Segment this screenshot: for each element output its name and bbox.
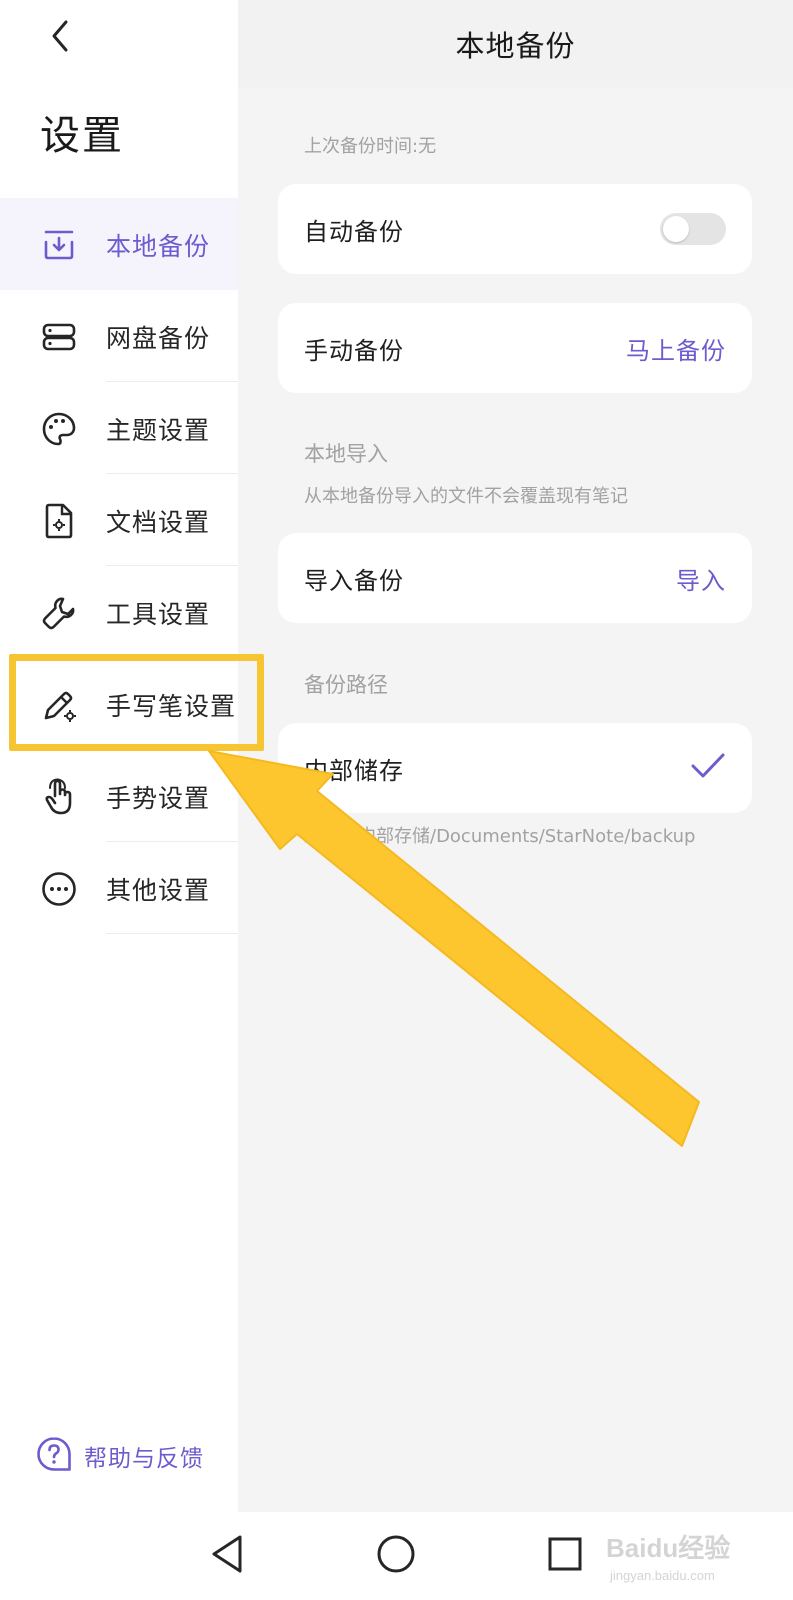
menu-item-tools[interactable]: 工具设置 — [0, 566, 238, 658]
backup-path-text: 路径：内部存储/Documents/StarNote/backup — [304, 826, 696, 847]
menu-item-label: 网盘备份 — [106, 324, 211, 353]
toggle-knob — [663, 216, 689, 242]
menu-item-label: 手势设置 — [106, 784, 211, 813]
backup-path-title: 备份路径 — [304, 673, 388, 697]
nav-recents-button[interactable] — [541, 1532, 589, 1580]
menu-item-label: 文档设置 — [106, 508, 211, 537]
menu-item-theme[interactable]: 主题设置 — [0, 382, 238, 474]
back-button[interactable] — [36, 14, 84, 62]
menu-item-gesture[interactable]: 手势设置 — [0, 750, 238, 842]
auto-backup-label: 自动备份 — [304, 217, 404, 246]
system-navigation-bar — [0, 1512, 793, 1600]
more-icon — [40, 870, 78, 908]
menu-item-cloud-backup[interactable]: 网盘备份 — [0, 290, 238, 382]
menu-item-label: 本地备份 — [106, 232, 211, 261]
local-import-title: 本地导入 — [304, 442, 388, 466]
nav-back-button[interactable] — [203, 1532, 251, 1580]
menu-item-document[interactable]: 文档设置 — [0, 474, 238, 566]
checkmark-icon — [690, 752, 726, 784]
local-backup-icon — [40, 226, 78, 264]
back-triangle-icon — [207, 1533, 247, 1579]
import-button[interactable]: 导入 — [676, 561, 726, 596]
help-feedback-label: 帮助与反馈 — [84, 1446, 204, 1472]
chevron-left-icon — [48, 18, 72, 58]
panel-header: 本地备份 — [238, 0, 793, 88]
cloud-drive-icon — [40, 318, 78, 356]
storage-option-internal[interactable]: 内部储存 — [278, 723, 752, 813]
settings-sidebar: 设置 本地备份 网盘备份 主题设置 文档设置 工具设置 手写笔设置 手势设置 其… — [0, 0, 238, 1512]
document-settings-icon — [40, 502, 78, 540]
local-backup-panel: 本地备份 上次备份时间:无 自动备份 手动备份 马上备份 本地导入 从本地备份导… — [238, 0, 793, 1512]
last-backup-time: 上次备份时间:无 — [304, 136, 437, 157]
backup-now-button[interactable]: 马上备份 — [626, 331, 726, 366]
local-import-note: 从本地备份导入的文件不会覆盖现有笔记 — [304, 486, 628, 507]
wrench-icon — [40, 594, 78, 632]
manual-backup-row: 手动备份 马上备份 — [278, 303, 752, 393]
menu-item-label: 其他设置 — [106, 876, 211, 905]
menu-item-label: 主题设置 — [106, 416, 211, 445]
help-icon — [36, 1436, 72, 1476]
home-circle-icon — [375, 1533, 417, 1579]
menu-item-label: 手写笔设置 — [106, 692, 237, 721]
help-feedback-link[interactable]: 帮助与反馈 — [36, 1436, 204, 1476]
pen-settings-icon — [40, 686, 78, 724]
menu-item-local-backup[interactable]: 本地备份 — [0, 198, 238, 290]
import-backup-row: 导入备份 导入 — [278, 533, 752, 623]
menu-item-other[interactable]: 其他设置 — [0, 842, 238, 934]
auto-backup-toggle[interactable] — [660, 213, 726, 245]
menu-item-stylus[interactable]: 手写笔设置 — [0, 658, 238, 750]
hand-gesture-icon — [40, 778, 78, 816]
palette-icon — [40, 410, 78, 448]
auto-backup-row: 自动备份 — [278, 184, 752, 274]
menu-item-label: 工具设置 — [106, 600, 211, 629]
divider — [106, 933, 238, 934]
manual-backup-label: 手动备份 — [304, 336, 404, 365]
nav-home-button[interactable] — [372, 1532, 420, 1580]
panel-title: 本地备份 — [455, 29, 576, 63]
sidebar-title: 设置 — [40, 113, 124, 159]
recents-square-icon — [546, 1535, 584, 1577]
import-backup-label: 导入备份 — [304, 566, 404, 595]
settings-menu: 本地备份 网盘备份 主题设置 文档设置 工具设置 手写笔设置 手势设置 其他设置 — [0, 198, 238, 934]
storage-label: 内部储存 — [304, 756, 404, 785]
